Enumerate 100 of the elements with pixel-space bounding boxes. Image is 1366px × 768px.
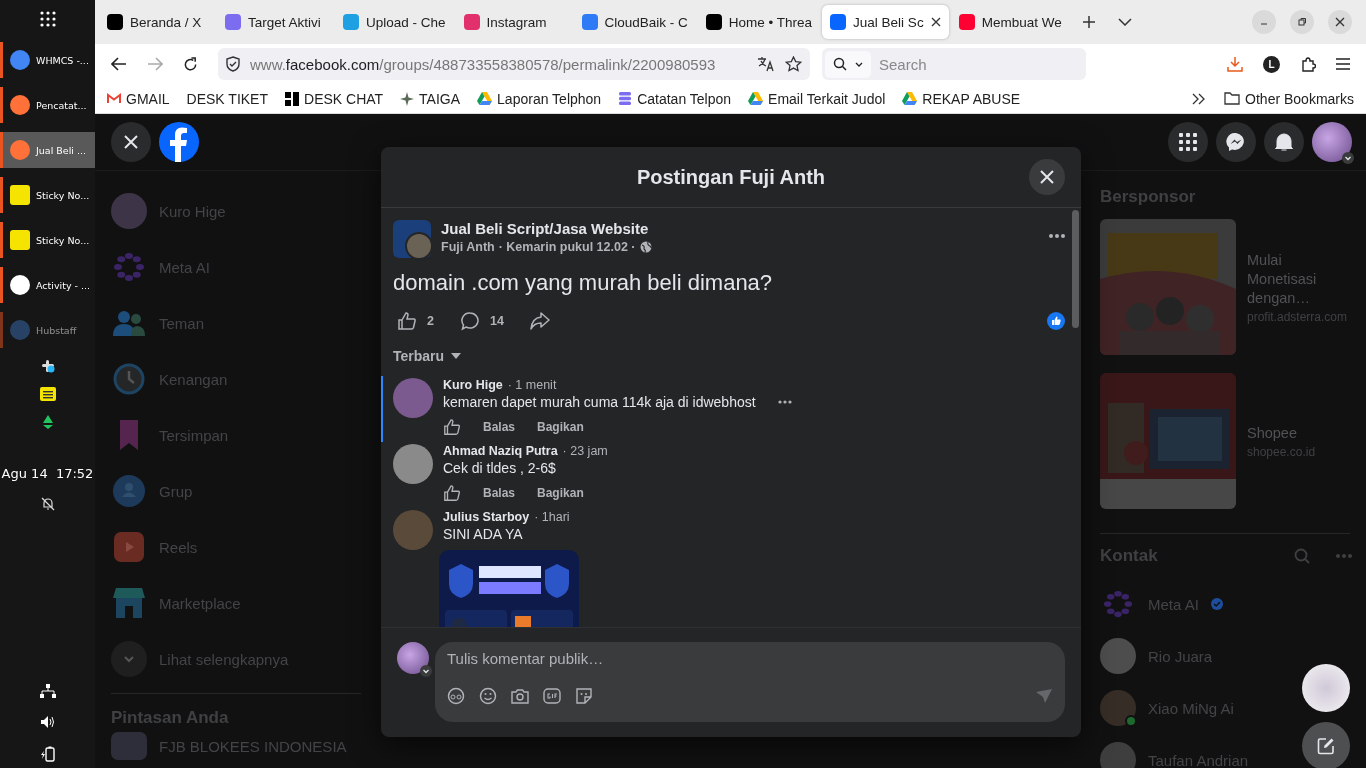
sort-dropdown[interactable]: Terbaru — [393, 348, 462, 364]
caret-icon[interactable] — [420, 665, 432, 677]
logo-icon[interactable] — [159, 122, 199, 162]
folder-icon — [1224, 92, 1241, 105]
gif-icon[interactable] — [543, 688, 561, 704]
back-icon[interactable] — [111, 57, 127, 71]
caret-icon[interactable] — [1342, 152, 1354, 164]
comment-action[interactable]: Bagikan — [537, 486, 584, 500]
avatar[interactable] — [393, 444, 433, 484]
post-time[interactable]: · Kemarin pukul 12.02 · — [498, 240, 636, 254]
close-button[interactable] — [111, 122, 151, 162]
caret-icon — [451, 353, 462, 359]
app-grid-icon[interactable] — [39, 11, 56, 27]
like-icon[interactable] — [443, 418, 461, 436]
share-icon[interactable] — [529, 311, 550, 331]
account-button[interactable] — [1312, 122, 1352, 162]
browser-tab[interactable]: Membuat We — [950, 5, 1070, 39]
bookmark[interactable]: DESK TIKET — [186, 90, 268, 107]
address-field[interactable]: www.facebook.com/groups/488733558380578/permalink/2200980593 — [218, 48, 810, 80]
author-name[interactable]: Fuji Anth — [441, 240, 495, 254]
tab-list-icon[interactable] — [1117, 18, 1132, 26]
camera-icon[interactable] — [511, 688, 529, 704]
bookmark[interactable]: GMAIL — [107, 90, 170, 107]
menu-icon[interactable] — [1336, 58, 1350, 70]
comment-author[interactable]: Julius Starboy — [443, 510, 530, 524]
shield-icon[interactable] — [226, 56, 240, 72]
bell-off-icon[interactable] — [40, 497, 55, 511]
chevrons-icon[interactable] — [1192, 92, 1207, 105]
avatar-sticker-icon[interactable] — [447, 687, 465, 705]
puzzle-icon[interactable] — [1300, 56, 1316, 72]
translate-icon[interactable] — [757, 56, 775, 72]
bookmark[interactable]: Catatan Telpon — [618, 90, 732, 107]
avatar[interactable] — [397, 642, 429, 674]
bookmark[interactable]: Email Terkait Judol — [748, 90, 886, 107]
search-field[interactable]: Search — [822, 48, 1086, 80]
comment-action[interactable]: Bagikan — [537, 420, 584, 434]
site-icon — [463, 14, 480, 30]
apps-button[interactable] — [1168, 122, 1208, 162]
site-icon — [958, 14, 975, 30]
group-name[interactable]: Jual Beli Script/Jasa Website — [441, 220, 1039, 237]
download-icon[interactable] — [1227, 56, 1243, 72]
comment-field[interactable]: Tulis komentar publik… — [435, 642, 1065, 722]
emoji-icon[interactable] — [479, 687, 497, 705]
chat-head-avatar[interactable] — [1302, 664, 1350, 712]
comment-action[interactable]: Balas — [483, 486, 516, 500]
bookmarks-folder[interactable]: Other Bookmarks — [1224, 90, 1354, 107]
comment-time[interactable]: · 23 jam — [562, 444, 608, 458]
comment-author[interactable]: Ahmad Naziq Putra — [443, 444, 558, 458]
comment-input[interactable]: Tulis komentar publik… — [447, 648, 1053, 669]
scrollbar-thumb[interactable] — [1071, 210, 1079, 328]
star-icon[interactable] — [785, 56, 802, 72]
sticker-icon[interactable] — [575, 687, 593, 705]
comment-button[interactable]: 14 — [459, 311, 504, 331]
close-icon[interactable] — [930, 17, 941, 27]
browser-tab[interactable]: CloudBaik - C — [573, 5, 696, 39]
profile-button[interactable]: L — [1263, 55, 1280, 73]
more-icon[interactable] — [777, 400, 792, 404]
close-button[interactable] — [1328, 10, 1352, 34]
battery-icon[interactable] — [39, 746, 56, 762]
grid-icon — [1179, 133, 1197, 151]
dock-item[interactable]: Jual Beli ... — [0, 132, 95, 168]
like-icon[interactable] — [443, 484, 461, 502]
dialog-title: Postingan Fuji Anth — [636, 165, 826, 189]
shop-icon — [111, 588, 147, 618]
browser-tab[interactable]: Beranda / X — [99, 5, 215, 39]
bell-icon — [1275, 132, 1293, 152]
clock[interactable]: Agu 14 17:52 — [1, 466, 94, 481]
bookmark[interactable]: TAIGA — [400, 90, 461, 107]
new-tab-icon[interactable] — [1081, 15, 1096, 29]
group-avatar[interactable] — [393, 220, 431, 258]
notifications-button[interactable] — [1264, 122, 1304, 162]
avatar — [1100, 638, 1136, 674]
chevron-icon — [111, 641, 147, 677]
comment-author[interactable]: Kuro Hige — [443, 378, 503, 392]
messenger-button[interactable] — [1216, 122, 1256, 162]
avatar — [1100, 742, 1136, 768]
comment-time[interactable]: · 1hari — [534, 510, 570, 524]
reload-icon[interactable] — [183, 56, 198, 72]
more-icon[interactable] — [1049, 234, 1065, 238]
network-icon[interactable] — [39, 684, 56, 698]
bookmark[interactable]: Laporan Telphon — [477, 90, 602, 107]
close-button[interactable] — [1029, 159, 1065, 195]
people-icon — [111, 310, 147, 336]
search-engine-button[interactable] — [825, 50, 871, 78]
app-icon — [10, 140, 30, 160]
comment-action[interactable]: Balas — [483, 420, 516, 434]
browser-tab[interactable]: Jual Beli Sc — [822, 5, 949, 39]
new-message-button[interactable] — [1302, 722, 1350, 768]
bookmark[interactable]: REKAP ABUSE — [902, 90, 1021, 107]
browser-tab[interactable]: Upload - Che — [335, 5, 454, 39]
volume-icon[interactable] — [39, 715, 56, 729]
bookmark[interactable]: DESK CHAT — [285, 90, 384, 107]
search-input[interactable]: Search — [877, 54, 1031, 74]
browser-tab[interactable]: Instagram — [455, 5, 572, 39]
restore-button[interactable] — [1290, 10, 1314, 34]
browser-tab[interactable]: Home • Threa — [697, 5, 821, 39]
like-button[interactable]: 2 — [397, 311, 434, 331]
browser-tab[interactable]: Target Aktivi — [217, 5, 333, 39]
notes-icon[interactable] — [39, 387, 56, 401]
comment-time[interactable]: · 1 menit — [507, 378, 557, 392]
